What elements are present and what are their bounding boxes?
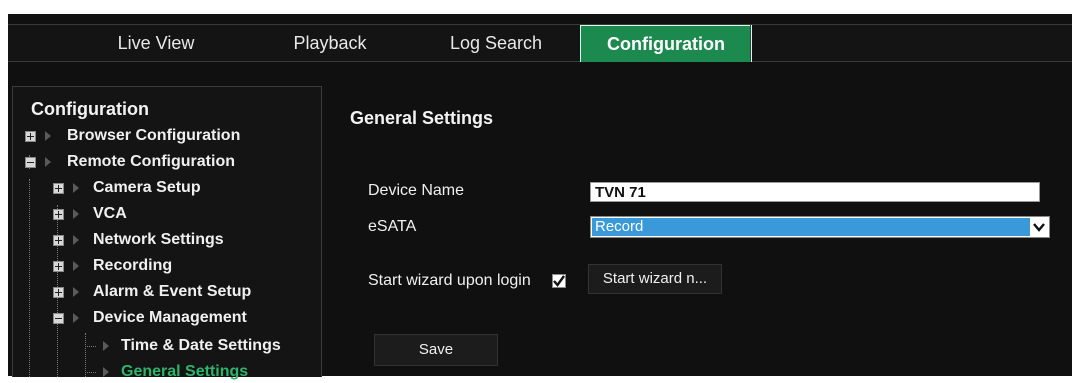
sidebar-item-label: VCA: [93, 205, 127, 222]
sidebar-item-device-management[interactable]: Device Management: [13, 307, 313, 329]
tab-playback[interactable]: Playback: [270, 25, 390, 61]
app-window: Live View Playback Log Search Configurat…: [8, 14, 1072, 380]
sidebar-item-browser-configuration[interactable]: Browser Configuration: [13, 125, 313, 147]
tree-title: Configuration: [31, 99, 149, 119]
expand-plus-icon[interactable]: [53, 235, 64, 246]
chevron-right-icon: [45, 131, 51, 141]
chevron-right-icon: [73, 313, 79, 323]
settings-panel: General Settings Device Name eSATA Recor…: [326, 86, 1072, 376]
sidebar-item-vca[interactable]: VCA: [13, 203, 313, 225]
tab-log-search[interactable]: Log Search: [428, 25, 564, 61]
tab-configuration[interactable]: Configuration: [580, 25, 752, 62]
sidebar-item-label: General Settings: [121, 363, 249, 380]
chevron-down-icon[interactable]: [1032, 220, 1046, 234]
top-navigation: Live View Playback Log Search Configurat…: [8, 24, 1072, 62]
sidebar-item-remote-configuration[interactable]: Remote Configuration: [13, 151, 313, 173]
device-name-label: Device Name: [368, 182, 465, 199]
chevron-right-icon: [73, 209, 79, 219]
sidebar-item-alarm-event-setup[interactable]: Alarm & Event Setup: [13, 281, 313, 303]
start-wizard-checkbox[interactable]: [552, 274, 566, 288]
save-button[interactable]: Save: [374, 334, 498, 366]
sidebar-item-time-date-settings[interactable]: Time & Date Settings: [13, 335, 319, 357]
chevron-right-icon: [73, 235, 79, 245]
expand-plus-icon[interactable]: [53, 209, 64, 220]
tab-divider: [750, 25, 751, 61]
device-name-field[interactable]: [590, 182, 1040, 202]
sidebar-item-label: Alarm & Event Setup: [93, 283, 252, 300]
chevron-right-icon: [73, 261, 79, 271]
esata-select[interactable]: Record: [590, 216, 1050, 238]
sidebar-item-recording[interactable]: Recording: [13, 255, 313, 277]
start-wizard-now-button[interactable]: Start wizard n...: [588, 264, 722, 294]
page-title: General Settings: [350, 108, 494, 128]
tree-connector: [87, 346, 96, 347]
sidebar-item-label: Browser Configuration: [67, 127, 241, 144]
sidebar-item-network-settings[interactable]: Network Settings: [13, 229, 313, 251]
checkmark-icon: [553, 275, 565, 287]
chevron-right-icon: [73, 287, 79, 297]
configuration-tree: Configuration Browser Configuration Remo…: [12, 86, 322, 380]
sidebar-item-label: Time & Date Settings: [121, 337, 281, 354]
esata-selected-value: Record: [592, 218, 1030, 236]
sidebar-item-label: Remote Configuration: [67, 153, 235, 170]
sidebar-item-label: Recording: [93, 257, 173, 274]
start-wizard-label: Start wizard upon login: [368, 272, 531, 289]
sidebar-item-label: Device Management: [93, 309, 247, 326]
expand-plus-icon[interactable]: [53, 287, 64, 298]
expand-plus-icon[interactable]: [53, 261, 64, 272]
expand-plus-icon[interactable]: [53, 183, 64, 194]
tree-connector: [87, 372, 96, 373]
sidebar-item-camera-setup[interactable]: Camera Setup: [13, 177, 313, 199]
expand-plus-icon[interactable]: [25, 131, 36, 142]
chevron-right-icon: [103, 341, 109, 351]
sidebar-item-label: Network Settings: [93, 231, 224, 248]
collapse-minus-icon[interactable]: [25, 157, 36, 168]
tab-live-view[interactable]: Live View: [96, 25, 216, 61]
sidebar-item-label: Camera Setup: [93, 179, 201, 196]
chevron-right-icon: [45, 157, 51, 167]
collapse-minus-icon[interactable]: [53, 313, 64, 324]
esata-label: eSATA: [368, 218, 417, 235]
chevron-right-icon: [73, 183, 79, 193]
sidebar-item-general-settings[interactable]: General Settings: [13, 361, 319, 383]
